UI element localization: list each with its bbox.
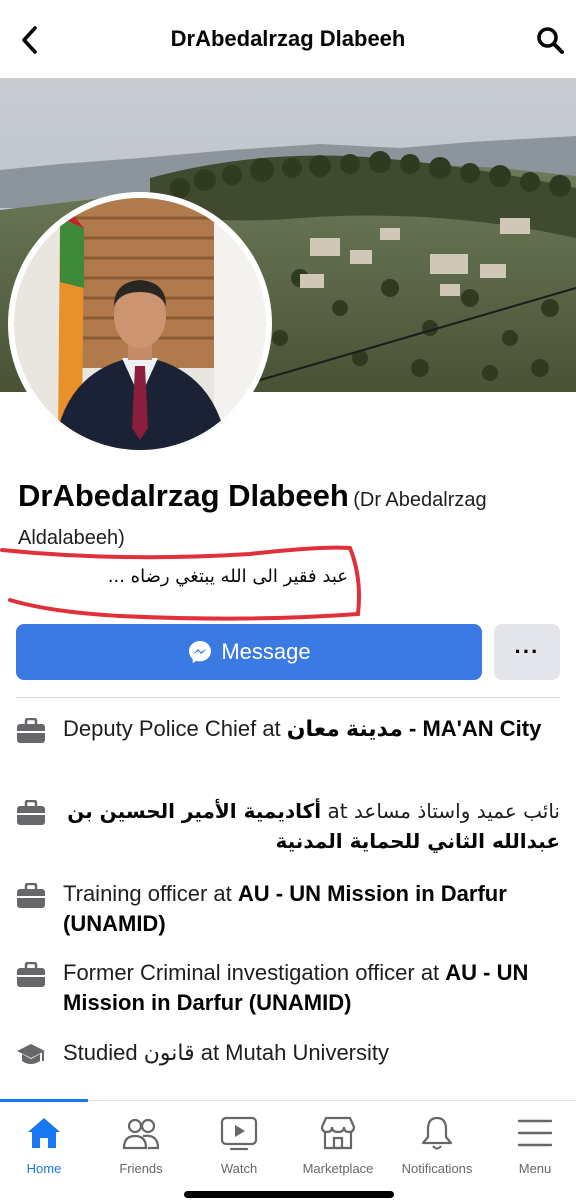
- tab-home-label: Home: [26, 1161, 62, 1176]
- intro-text-3: Training officer at: [63, 881, 238, 906]
- tab-menu[interactable]: Menu: [487, 1101, 576, 1181]
- profile-name: DrAbedalrzag Dlabeeh: [18, 478, 349, 513]
- tab-watch-label: Watch: [220, 1161, 258, 1176]
- home-indicator[interactable]: [184, 1191, 394, 1198]
- message-button-label: Message: [221, 639, 311, 664]
- intro-item-work-3[interactable]: Training officer at AU - UN Mission in D…: [16, 879, 560, 939]
- graduation-cap-icon: [17, 1044, 45, 1064]
- briefcase-icon: [17, 962, 45, 987]
- intro-text-2: نائب عميد واستاذ مساعد at: [321, 799, 560, 823]
- profile-picture-frame[interactable]: [8, 192, 272, 456]
- briefcase-icon: [17, 718, 45, 743]
- intro-item-work-4[interactable]: Former Criminal investigation officer at…: [16, 958, 560, 1018]
- profile-picture[interactable]: [14, 198, 266, 450]
- section-divider: [16, 697, 560, 698]
- bell-icon: [421, 1116, 453, 1150]
- tab-notifications-label: Notifications: [401, 1161, 473, 1176]
- tab-notifications[interactable]: Notifications: [389, 1101, 485, 1181]
- bottom-tab-bar: Home Friends Watch Marketplace Notificat…: [0, 1099, 576, 1200]
- intro-text-1: Deputy Police Chief at: [63, 716, 287, 741]
- watch-icon: [220, 1116, 258, 1151]
- more-options-button[interactable]: ···: [494, 624, 560, 680]
- tab-menu-label: Menu: [518, 1161, 552, 1176]
- tab-home[interactable]: Home: [0, 1101, 92, 1181]
- tab-watch[interactable]: Watch: [191, 1101, 287, 1181]
- intro-item-work-1[interactable]: Deputy Police Chief at مدينة معان - MA'A…: [16, 714, 560, 744]
- profile-bio: عبد فقير الى الله يبتغي رضاه ...: [107, 566, 348, 587]
- home-icon: [28, 1118, 60, 1148]
- tab-marketplace-label: Marketplace: [302, 1161, 374, 1176]
- chevron-left-icon: [22, 26, 37, 54]
- friends-icon: [122, 1118, 160, 1150]
- tab-friends-label: Friends: [119, 1161, 163, 1176]
- intro-link-1[interactable]: مدينة معان - MA'AN City: [287, 716, 542, 741]
- tab-friends[interactable]: Friends: [93, 1101, 189, 1181]
- tab-marketplace[interactable]: Marketplace: [290, 1101, 386, 1181]
- profile-name-block: DrAbedalrzag Dlabeeh (Dr Abedalrzag Alda…: [18, 478, 558, 558]
- search-button[interactable]: [530, 20, 570, 60]
- briefcase-icon: [17, 883, 45, 908]
- menu-icon: [517, 1119, 553, 1147]
- search-icon: [537, 27, 564, 54]
- briefcase-icon: [17, 800, 45, 825]
- intro-item-work-2[interactable]: نائب عميد واستاذ مساعد at أكاديمية الأمي…: [16, 796, 560, 856]
- marketplace-icon: [320, 1116, 356, 1150]
- messenger-icon: [189, 641, 212, 663]
- page-title: DrAbedalrzag Dlabeeh: [170, 26, 406, 51]
- intro-item-education[interactable]: Studied قانون at Mutah University: [16, 1038, 560, 1068]
- profile-photo-image: [14, 198, 266, 450]
- intro-text-4: Former Criminal investigation officer at: [63, 960, 446, 985]
- intro-text-5: Studied قانون at Mutah University: [63, 1040, 390, 1065]
- message-button[interactable]: Message: [16, 624, 482, 680]
- top-bar: DrAbedalrzag Dlabeeh: [0, 0, 576, 78]
- back-button[interactable]: [12, 20, 48, 60]
- more-options-label: ···: [514, 639, 540, 664]
